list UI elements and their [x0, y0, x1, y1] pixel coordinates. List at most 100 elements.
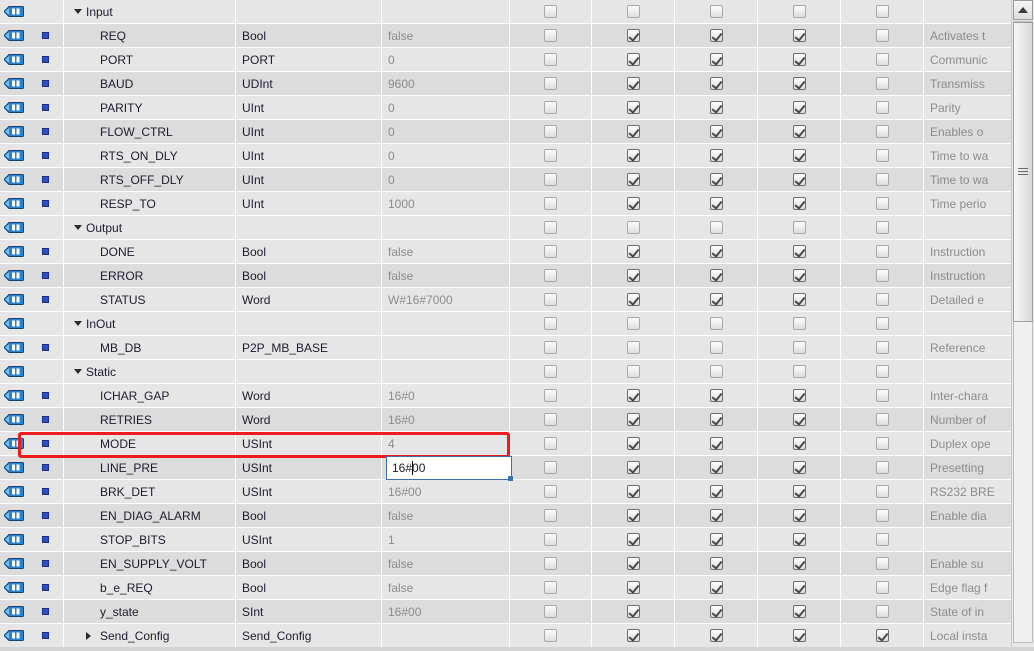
comment-cell[interactable]: [924, 312, 1012, 335]
section-row[interactable]: Input: [0, 0, 1012, 24]
checkbox-cell[interactable]: [758, 312, 841, 335]
comment-cell[interactable]: RS232 BRE: [924, 480, 1012, 503]
name-cell[interactable]: BAUD: [64, 72, 236, 95]
default-value-cell[interactable]: [382, 312, 510, 335]
checkbox-col-4[interactable]: [792, 53, 806, 66]
checkbox-col-4[interactable]: [792, 149, 806, 162]
checkbox-col-2[interactable]: [626, 101, 640, 114]
checkbox-cell[interactable]: [592, 24, 675, 47]
datatype-cell[interactable]: P2P_MB_BASE: [236, 336, 382, 359]
checkbox-col-3[interactable]: [709, 29, 723, 42]
checkbox-col-4[interactable]: [792, 101, 806, 114]
checkbox-col-4[interactable]: [792, 77, 806, 90]
comment-cell[interactable]: Enable dia: [924, 504, 1012, 527]
datatype-cell[interactable]: USInt: [236, 480, 382, 503]
name-cell[interactable]: RTS_ON_DLY: [64, 144, 236, 167]
checkbox-col-3[interactable]: [709, 125, 723, 138]
datatype-cell[interactable]: [236, 216, 382, 239]
checkbox-cell[interactable]: [675, 456, 758, 479]
comment-cell[interactable]: Instruction: [924, 264, 1012, 287]
checkbox-col-4[interactable]: [792, 413, 806, 426]
checkbox-cell[interactable]: [510, 408, 592, 431]
comment-cell[interactable]: Activates t: [924, 24, 1012, 47]
checkbox-cell[interactable]: [510, 96, 592, 119]
checkbox-cell[interactable]: [510, 264, 592, 287]
checkbox-cell[interactable]: [675, 288, 758, 311]
checkbox-col-2[interactable]: [626, 341, 640, 354]
checkbox-cell[interactable]: [592, 336, 675, 359]
checkbox-cell[interactable]: [841, 216, 924, 239]
checkbox-cell[interactable]: [841, 432, 924, 455]
checkbox-col-1[interactable]: [544, 629, 557, 642]
checkbox-cell[interactable]: [675, 504, 758, 527]
checkbox-col-5[interactable]: [875, 389, 889, 402]
checkbox-col-5[interactable]: [875, 413, 889, 426]
checkbox-cell[interactable]: [592, 600, 675, 623]
checkbox-col-1[interactable]: [544, 413, 557, 426]
checkbox-cell[interactable]: [675, 216, 758, 239]
checkbox-cell[interactable]: [510, 336, 592, 359]
checkbox-cell[interactable]: [841, 312, 924, 335]
checkbox-col-4[interactable]: [792, 221, 806, 234]
checkbox-cell[interactable]: [758, 552, 841, 575]
checkbox-cell[interactable]: [592, 480, 675, 503]
checkbox-col-4[interactable]: [792, 29, 806, 42]
checkbox-cell[interactable]: [758, 336, 841, 359]
checkbox-col-2[interactable]: [626, 485, 640, 498]
name-cell[interactable]: Input: [64, 0, 236, 23]
checkbox-cell[interactable]: [758, 576, 841, 599]
checkbox-col-4[interactable]: [792, 509, 806, 522]
tag-icon-cell[interactable]: [0, 408, 28, 431]
checkbox-cell[interactable]: [841, 408, 924, 431]
checkbox-col-5[interactable]: [875, 509, 889, 522]
comment-cell[interactable]: Inter-chara: [924, 384, 1012, 407]
checkbox-col-1[interactable]: [544, 509, 557, 522]
checkbox-col-1[interactable]: [544, 29, 557, 42]
checkbox-cell[interactable]: [841, 600, 924, 623]
checkbox-col-1[interactable]: [544, 317, 557, 330]
checkbox-col-3[interactable]: [709, 557, 723, 570]
tag-icon-cell[interactable]: [0, 528, 28, 551]
checkbox-col-1[interactable]: [544, 5, 557, 18]
checkbox-cell[interactable]: [510, 72, 592, 95]
checkbox-cell[interactable]: [841, 528, 924, 551]
checkbox-col-5[interactable]: [875, 29, 889, 42]
checkbox-col-4[interactable]: [792, 605, 806, 618]
parameter-grid[interactable]: Input REQ Bool false Activates t PORT PORT 0 Com…: [0, 0, 1012, 651]
checkbox-cell[interactable]: [841, 384, 924, 407]
checkbox-cell[interactable]: [510, 192, 592, 215]
checkbox-cell[interactable]: [758, 504, 841, 527]
checkbox-col-2[interactable]: [626, 29, 640, 42]
checkbox-cell[interactable]: [592, 240, 675, 263]
edit-resize-grip[interactable]: [508, 476, 513, 481]
table-row[interactable]: REQ Bool false Activates t: [0, 24, 1012, 48]
comment-cell[interactable]: [924, 216, 1012, 239]
default-value-cell[interactable]: 0: [382, 144, 510, 167]
datatype-cell[interactable]: UInt: [236, 144, 382, 167]
checkbox-cell[interactable]: [841, 480, 924, 503]
table-row[interactable]: y_state SInt 16#00 State of in: [0, 600, 1012, 624]
table-row[interactable]: EN_SUPPLY_VOLT Bool false Enable su: [0, 552, 1012, 576]
scrollbar-thumb[interactable]: [1013, 22, 1033, 322]
expander-collapse-icon[interactable]: [74, 312, 82, 335]
default-value-cell[interactable]: [382, 360, 510, 383]
checkbox-col-3[interactable]: [709, 437, 723, 450]
checkbox-col-1[interactable]: [544, 581, 557, 594]
checkbox-col-2[interactable]: [626, 557, 640, 570]
checkbox-col-5[interactable]: [875, 365, 889, 378]
scroll-up-button[interactable]: [1013, 0, 1033, 20]
checkbox-col-4[interactable]: [792, 437, 806, 450]
checkbox-col-3[interactable]: [709, 413, 723, 426]
checkbox-cell[interactable]: [675, 48, 758, 71]
checkbox-col-2[interactable]: [626, 389, 640, 402]
checkbox-cell[interactable]: [510, 168, 592, 191]
checkbox-col-4[interactable]: [792, 485, 806, 498]
checkbox-cell[interactable]: [592, 288, 675, 311]
checkbox-cell[interactable]: [841, 288, 924, 311]
default-value-cell[interactable]: [382, 216, 510, 239]
checkbox-cell[interactable]: [510, 144, 592, 167]
checkbox-col-3[interactable]: [709, 461, 723, 474]
checkbox-cell[interactable]: [675, 312, 758, 335]
comment-cell[interactable]: Time perio: [924, 192, 1012, 215]
checkbox-cell[interactable]: [592, 456, 675, 479]
